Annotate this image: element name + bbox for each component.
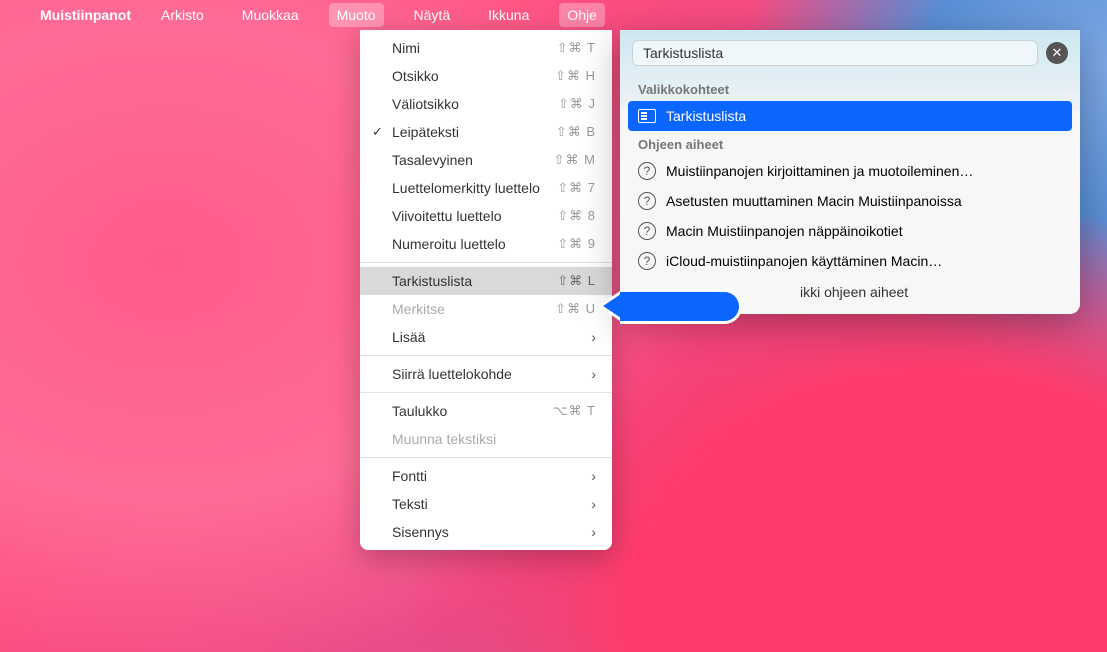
menu-help[interactable]: Ohje — [559, 3, 605, 27]
menu-label: Tarkistuslista — [392, 273, 557, 289]
menu-label: Leipäteksti — [392, 124, 556, 140]
help-pointer-callout — [598, 289, 742, 324]
menu-label: Fontti — [392, 468, 591, 484]
question-icon: ? — [638, 162, 656, 180]
menu-label: Muunna tekstiksi — [392, 431, 596, 447]
menu-icon — [638, 109, 656, 123]
chevron-right-icon: › — [591, 496, 596, 512]
app-menu[interactable]: Muistiinpanot — [40, 7, 131, 23]
menu-label: Nimi — [392, 40, 557, 56]
shortcut: ⇧⌘ L — [557, 273, 596, 289]
shortcut: ⇧⌘ 9 — [557, 236, 596, 252]
help-topic[interactable]: ? Muistiinpanojen kirjoittaminen ja muot… — [620, 156, 1080, 186]
shortcut: ⇧⌘ B — [556, 124, 596, 140]
format-item-checklist[interactable]: Tarkistuslista ⇧⌘ L — [360, 267, 612, 295]
help-section-menu-items: Valikkokohteet — [620, 76, 1080, 101]
format-item-body[interactable]: ✓ Leipäteksti ⇧⌘ B — [360, 118, 612, 146]
format-item-font[interactable]: Fontti › — [360, 462, 612, 490]
chevron-right-icon: › — [591, 468, 596, 484]
format-item-subheading[interactable]: Väliotsikko ⇧⌘ J — [360, 90, 612, 118]
menu-view[interactable]: Näytä — [406, 3, 459, 27]
format-item-table[interactable]: Taulukko ⌥⌘ T — [360, 397, 612, 425]
help-topic[interactable]: ? iCloud-muistiinpanojen käyttäminen Mac… — [620, 246, 1080, 276]
separator — [360, 262, 612, 263]
format-item-indent[interactable]: Sisennys › — [360, 518, 612, 546]
chevron-right-icon: › — [591, 329, 596, 345]
separator — [360, 355, 612, 356]
shortcut: ⌥⌘ T — [553, 403, 596, 419]
chevron-right-icon: › — [591, 366, 596, 382]
menu-window[interactable]: Ikkuna — [480, 3, 537, 27]
question-icon: ? — [638, 252, 656, 270]
format-item-heading[interactable]: Otsikko ⇧⌘ H — [360, 62, 612, 90]
shortcut: ⇧⌘ T — [557, 40, 596, 56]
format-item-bulleted[interactable]: Luettelomerkitty luettelo ⇧⌘ 7 — [360, 174, 612, 202]
format-item-move-list-item[interactable]: Siirrä luettelokohde › — [360, 360, 612, 388]
help-search-input[interactable] — [632, 40, 1038, 66]
shortcut: ⇧⌘ U — [555, 301, 596, 317]
menu-label: Väliotsikko — [392, 96, 558, 112]
help-item-label: Macin Muistiinpanojen näppäinoikotiet — [666, 223, 903, 239]
format-item-more[interactable]: Lisää › — [360, 323, 612, 351]
help-item-label: Muistiinpanojen kirjoittaminen ja muotoi… — [666, 163, 973, 179]
format-item-mark: Merkitse ⇧⌘ U — [360, 295, 612, 323]
checkmark-icon: ✓ — [372, 124, 383, 140]
format-item-monospaced[interactable]: Tasalevyinen ⇧⌘ M — [360, 146, 612, 174]
help-item-label: iCloud-muistiinpanojen käyttäminen Macin… — [666, 253, 942, 269]
help-popover: ✕ Valikkokohteet Tarkistuslista Ohjeen a… — [620, 30, 1080, 314]
chevron-right-icon: › — [591, 524, 596, 540]
shortcut: ⇧⌘ M — [554, 152, 596, 168]
format-item-numbered[interactable]: Numeroitu luettelo ⇧⌘ 9 — [360, 230, 612, 258]
menu-label: Taulukko — [392, 403, 553, 419]
menu-label: Sisennys — [392, 524, 591, 540]
menu-label: Numeroitu luettelo — [392, 236, 557, 252]
question-icon: ? — [638, 192, 656, 210]
menu-file[interactable]: Arkisto — [153, 3, 212, 27]
shortcut: ⇧⌘ 8 — [557, 208, 596, 224]
menu-label: Teksti — [392, 496, 591, 512]
shortcut: ⇧⌘ H — [555, 68, 596, 84]
shortcut: ⇧⌘ J — [558, 96, 596, 112]
format-item-dashed[interactable]: Viivoitettu luettelo ⇧⌘ 8 — [360, 202, 612, 230]
help-section-topics: Ohjeen aiheet — [620, 131, 1080, 156]
menu-label: Otsikko — [392, 68, 555, 84]
format-item-text[interactable]: Teksti › — [360, 490, 612, 518]
menu-label: Siirrä luettelokohde — [392, 366, 591, 382]
separator — [360, 457, 612, 458]
menu-format[interactable]: Muoto — [329, 3, 384, 27]
help-topic[interactable]: ? Macin Muistiinpanojen näppäinoikotiet — [620, 216, 1080, 246]
question-icon: ? — [638, 222, 656, 240]
menu-label: Lisää — [392, 329, 591, 345]
help-menu-hit-checklist[interactable]: Tarkistuslista — [628, 101, 1072, 131]
format-item-convert-text: Muunna tekstiksi — [360, 425, 612, 453]
menu-label: Viivoitettu luettelo — [392, 208, 557, 224]
menu-label: Tasalevyinen — [392, 152, 554, 168]
menu-edit[interactable]: Muokkaa — [234, 3, 307, 27]
menu-label: Merkitse — [392, 301, 555, 317]
separator — [360, 392, 612, 393]
format-item-title[interactable]: Nimi ⇧⌘ T — [360, 34, 612, 62]
menubar: Muistiinpanot Arkisto Muokkaa Muoto Näyt… — [0, 0, 1107, 30]
help-item-label: Asetusten muuttaminen Macin Muistiinpano… — [666, 193, 962, 209]
shortcut: ⇧⌘ 7 — [557, 180, 596, 196]
close-icon[interactable]: ✕ — [1046, 42, 1068, 64]
format-dropdown: Nimi ⇧⌘ T Otsikko ⇧⌘ H Väliotsikko ⇧⌘ J … — [360, 30, 612, 550]
help-topic[interactable]: ? Asetusten muuttaminen Macin Muistiinpa… — [620, 186, 1080, 216]
menu-label: Luettelomerkitty luettelo — [392, 180, 557, 196]
help-item-label: Tarkistuslista — [666, 108, 746, 124]
help-search-row: ✕ — [620, 30, 1080, 76]
